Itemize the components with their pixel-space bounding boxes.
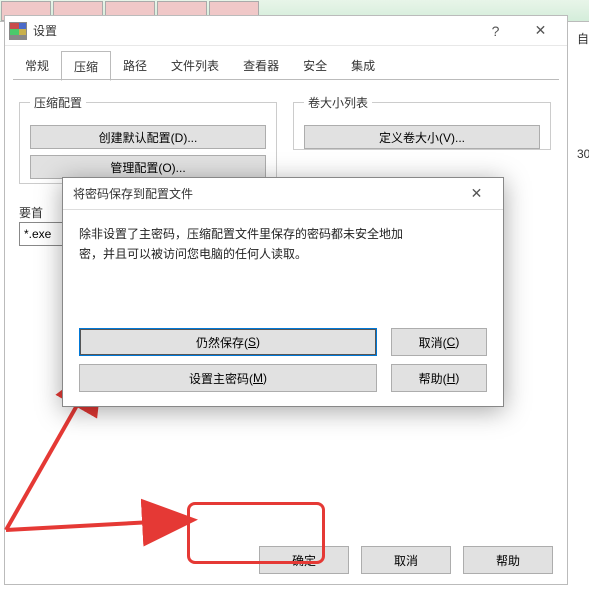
- prefix-label: 要首: [19, 204, 43, 221]
- group-volume-legend: 卷大小列表: [304, 94, 372, 111]
- dialog-cancel-button[interactable]: 取消(C): [391, 328, 487, 356]
- settings-titlebar: 设置 ? ✕: [5, 16, 567, 46]
- help-button[interactable]: 帮助: [463, 546, 553, 574]
- tab-paths[interactable]: 路径: [111, 51, 159, 81]
- settings-bottom-buttons: 确定 取消 帮助: [5, 546, 567, 574]
- dialog-title: 将密码保存到配置文件: [67, 185, 454, 202]
- ok-button[interactable]: 确定: [259, 546, 349, 574]
- background-right-fragments: 自 30: [577, 30, 589, 261]
- tab-compression[interactable]: 压缩: [61, 51, 111, 81]
- group-compression-profiles: 压缩配置 创建默认配置(D)... 管理配置(O)...: [19, 94, 277, 184]
- still-save-button[interactable]: 仍然保存(S): [79, 328, 377, 356]
- group-volume-sizes: 卷大小列表 定义卷大小(V)...: [293, 94, 551, 150]
- tab-integration[interactable]: 集成: [339, 51, 387, 81]
- create-default-profile-button[interactable]: 创建默认配置(D)...: [30, 125, 266, 149]
- set-master-password-button[interactable]: 设置主密码(M): [79, 364, 377, 392]
- close-icon[interactable]: ✕: [518, 17, 563, 45]
- group-compression-legend: 压缩配置: [30, 94, 86, 111]
- dialog-titlebar: 将密码保存到配置文件 ✕: [63, 178, 503, 210]
- winrar-icon: [9, 22, 27, 40]
- tab-filelist[interactable]: 文件列表: [159, 51, 231, 81]
- save-password-dialog: 将密码保存到配置文件 ✕ 除非设置了主密码，压缩配置文件里保存的密码都未安全地加…: [62, 177, 504, 407]
- dialog-help-button[interactable]: 帮助(H): [391, 364, 487, 392]
- dialog-message: 除非设置了主密码，压缩配置文件里保存的密码都未安全地加 密，并且可以被访问您电脑…: [79, 224, 487, 265]
- extension-input[interactable]: [19, 222, 67, 246]
- help-button-icon[interactable]: ?: [473, 17, 518, 45]
- tab-viewer[interactable]: 查看器: [231, 51, 291, 81]
- cancel-button[interactable]: 取消: [361, 546, 451, 574]
- define-volume-button[interactable]: 定义卷大小(V)...: [304, 125, 540, 149]
- manage-profiles-button[interactable]: 管理配置(O)...: [30, 155, 266, 179]
- tab-general[interactable]: 常规: [13, 51, 61, 81]
- settings-title: 设置: [33, 22, 473, 39]
- tab-security[interactable]: 安全: [291, 51, 339, 81]
- dialog-body: 除非设置了主密码，压缩配置文件里保存的密码都未安全地加 密，并且可以被访问您电脑…: [63, 210, 503, 406]
- dialog-close-icon[interactable]: ✕: [454, 180, 499, 208]
- settings-tabs: 常规 压缩 路径 文件列表 查看器 安全 集成: [5, 46, 567, 80]
